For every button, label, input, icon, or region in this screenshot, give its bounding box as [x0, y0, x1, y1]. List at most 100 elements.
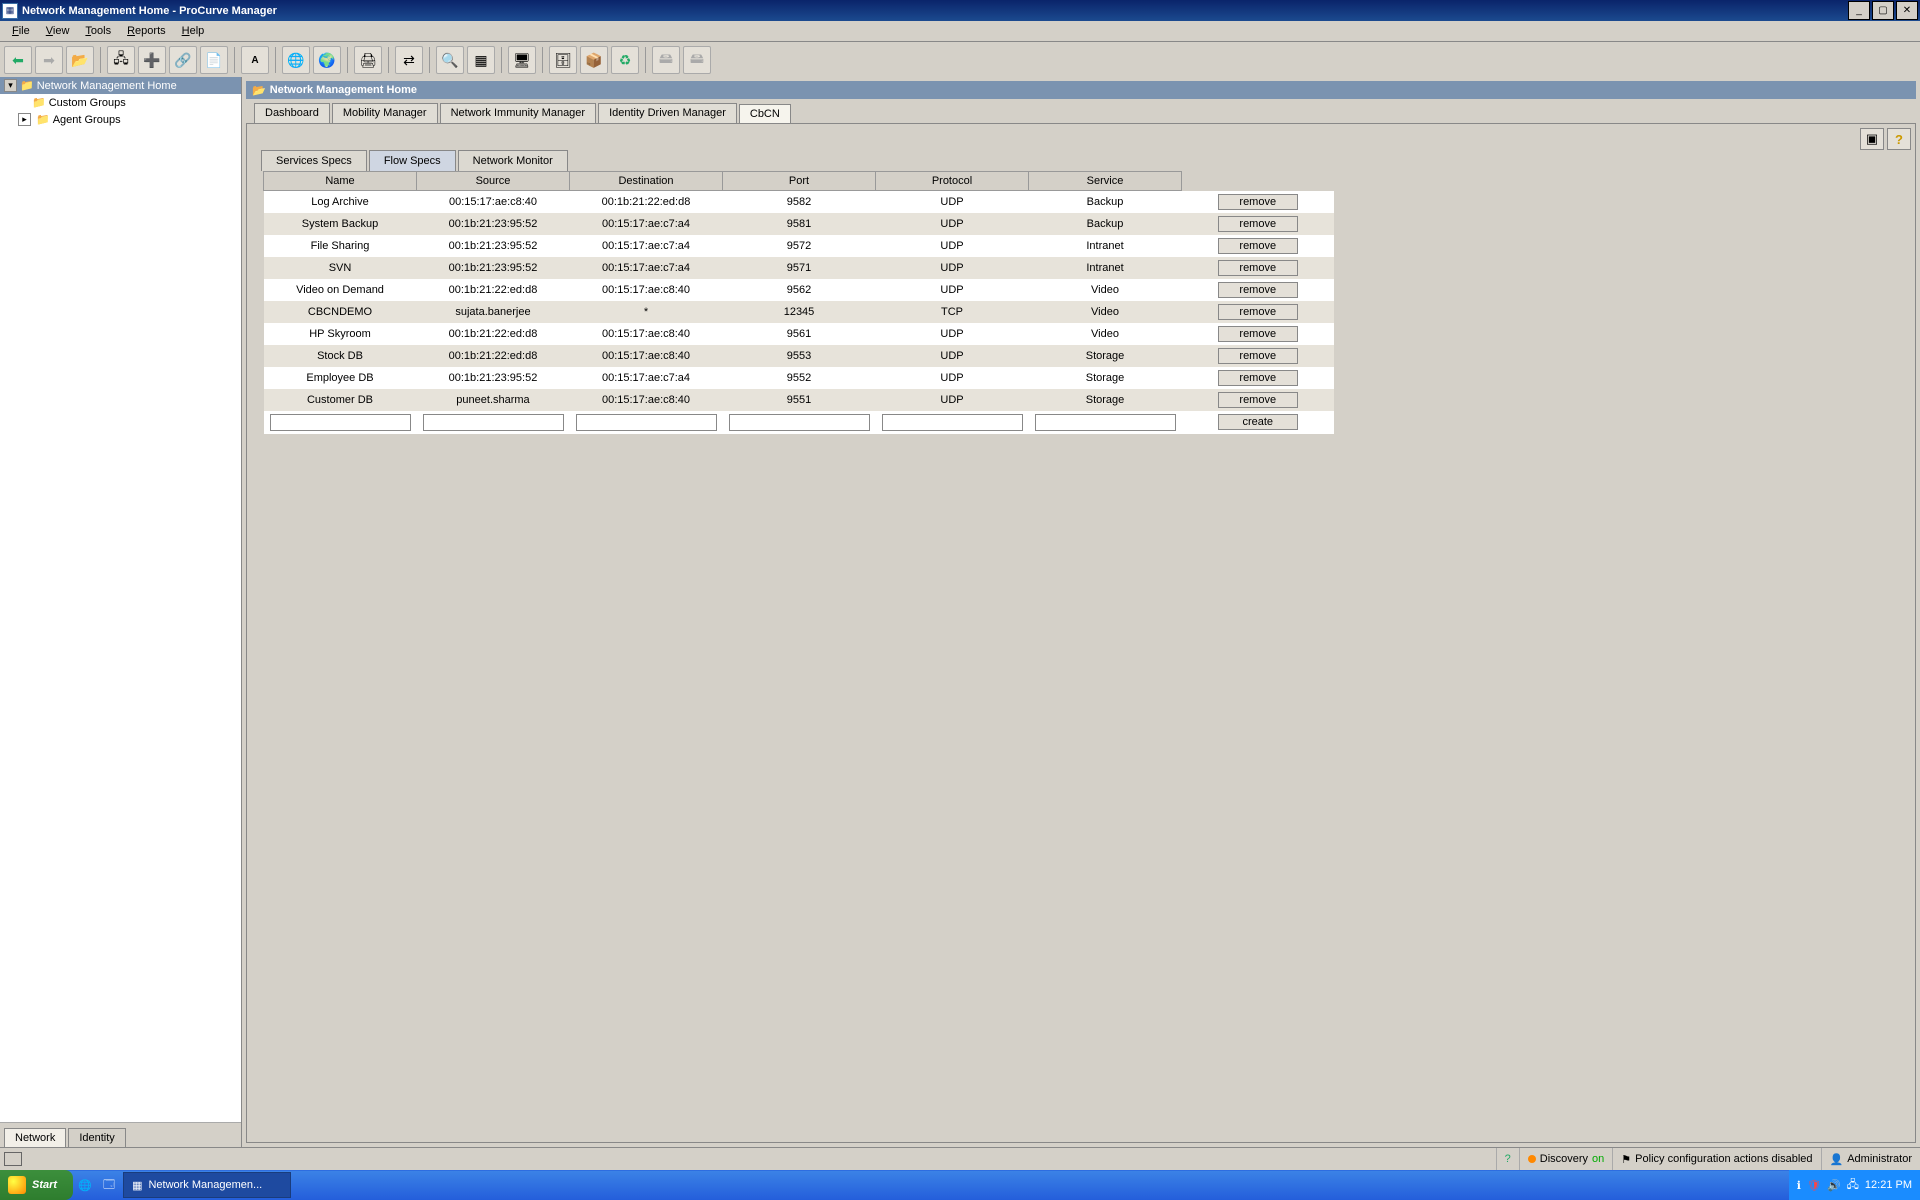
tray-info-icon[interactable]: ℹ [1797, 1179, 1801, 1192]
connect-icon[interactable]: ⇄ [395, 46, 423, 74]
tab-network[interactable]: Network [4, 1128, 66, 1147]
col-destination[interactable]: Destination [570, 172, 723, 191]
tray-network-icon[interactable]: 🖧 [1847, 1176, 1859, 1195]
tab-mobility-manager[interactable]: Mobility Manager [332, 103, 438, 123]
back-icon[interactable]: ⬅ [4, 46, 32, 74]
tab-identity-driven-manager[interactable]: Identity Driven Manager [598, 103, 737, 123]
right-pane: 📂 Network Management Home Dashboard Mobi… [242, 77, 1920, 1147]
remove-button[interactable]: remove [1218, 216, 1298, 232]
quick-launch-ie-icon[interactable]: 🌐 [74, 1174, 96, 1196]
globe2-icon[interactable]: 🌍 [313, 46, 341, 74]
device1-icon[interactable]: 🖴 [652, 46, 680, 74]
document-icon[interactable]: 📄 [200, 46, 228, 74]
tab-network-immunity-manager[interactable]: Network Immunity Manager [440, 103, 597, 123]
layout-icon[interactable]: ▣ [1860, 128, 1884, 150]
status-help-icon[interactable]: ? [1496, 1148, 1519, 1170]
tab-dashboard[interactable]: Dashboard [254, 103, 330, 123]
package-icon[interactable]: 📦 [580, 46, 608, 74]
status-discovery[interactable]: Discovery on [1519, 1148, 1613, 1170]
tray-shield-icon[interactable]: 🛡 [1807, 1179, 1821, 1192]
recycle-icon[interactable]: ♻ [611, 46, 639, 74]
input-source[interactable] [423, 414, 564, 431]
tree-root[interactable]: ▾ 📁 Network Management Home [0, 77, 241, 94]
device2-icon[interactable]: 🖴 [683, 46, 711, 74]
status-left-icon [4, 1152, 22, 1166]
system-tray[interactable]: ℹ 🛡 🔊 🖧 12:21 PM [1789, 1170, 1920, 1200]
menu-help[interactable]: Help [174, 23, 213, 39]
menu-tools[interactable]: Tools [77, 23, 119, 39]
add-node-icon[interactable]: ➕ [138, 46, 166, 74]
maximize-button[interactable]: ▢ [1872, 1, 1894, 20]
topology-icon[interactable]: 🖧 [107, 46, 135, 74]
quick-launch-desktop-icon[interactable]: 🗔 [98, 1174, 120, 1196]
tab-network-monitor[interactable]: Network Monitor [458, 150, 568, 171]
input-protocol[interactable] [882, 414, 1023, 431]
tray-sound-icon[interactable]: 🔊 [1827, 1179, 1841, 1192]
tab-flow-specs[interactable]: Flow Specs [369, 150, 456, 171]
help-icon[interactable]: ? [1887, 128, 1911, 150]
expand-icon[interactable]: ▸ [18, 113, 31, 126]
cell-name: Employee DB [264, 367, 417, 389]
taskbar-app-button[interactable]: ▦ Network Managemen... [123, 1172, 291, 1198]
stack-icon[interactable]: 🗄 [549, 46, 577, 74]
tab-identity[interactable]: Identity [68, 1128, 125, 1147]
col-source[interactable]: Source [417, 172, 570, 191]
remove-button[interactable]: remove [1218, 238, 1298, 254]
minimize-button[interactable]: _ [1848, 1, 1870, 20]
cell-dest: * [570, 301, 723, 323]
tab-services-specs[interactable]: Services Specs [261, 150, 367, 171]
windows-logo-icon [8, 1176, 26, 1194]
tab-cbcn[interactable]: CbCN [739, 104, 791, 124]
menu-file[interactable]: File [4, 23, 38, 39]
discovery-label: Discovery [1540, 1153, 1588, 1165]
create-button[interactable]: create [1218, 414, 1298, 430]
col-name[interactable]: Name [264, 172, 417, 191]
col-protocol[interactable]: Protocol [876, 172, 1029, 191]
table-row: SVN00:1b:21:23:95:5200:15:17:ae:c7:a4957… [264, 257, 1335, 279]
find-icon[interactable]: 🔍 [436, 46, 464, 74]
cell-port: 9571 [723, 257, 876, 279]
tree-node-custom-groups[interactable]: 📁 Custom Groups [0, 94, 241, 111]
navigation-tree[interactable]: ▾ 📁 Network Management Home 📁 Custom Gro… [0, 77, 241, 1122]
cell-protocol: UDP [876, 213, 1029, 235]
input-service[interactable] [1035, 414, 1176, 431]
remove-button[interactable]: remove [1218, 370, 1298, 386]
input-name[interactable] [270, 414, 411, 431]
print-icon[interactable]: 🖨 [354, 46, 382, 74]
cell-source: 00:1b:21:23:95:52 [417, 367, 570, 389]
start-button[interactable]: Start [0, 1170, 73, 1200]
cell-service: Intranet [1029, 257, 1182, 279]
grid-icon[interactable]: ▦ [467, 46, 495, 74]
input-dest[interactable] [576, 414, 717, 431]
clock[interactable]: 12:21 PM [1865, 1179, 1912, 1191]
monitor-icon[interactable]: 🖥 [508, 46, 536, 74]
tree-node-label: Custom Groups [49, 97, 126, 109]
cell-name: Video on Demand [264, 279, 417, 301]
close-button[interactable]: ✕ [1896, 1, 1918, 20]
link-icon[interactable]: 🔗 [169, 46, 197, 74]
remove-button[interactable]: remove [1218, 282, 1298, 298]
remove-button[interactable]: remove [1218, 194, 1298, 210]
cell-name: Stock DB [264, 345, 417, 367]
table-row: Customer DBpuneet.sharma00:15:17:ae:c8:4… [264, 389, 1335, 411]
remove-button[interactable]: remove [1218, 392, 1298, 408]
cell-name: System Backup [264, 213, 417, 235]
menu-reports[interactable]: Reports [119, 23, 174, 39]
remove-button[interactable]: remove [1218, 304, 1298, 320]
remove-button[interactable]: remove [1218, 348, 1298, 364]
auto-icon[interactable]: A [241, 46, 269, 74]
folder-open-icon[interactable]: 📂 [66, 46, 94, 74]
globe1-icon[interactable]: 🌐 [282, 46, 310, 74]
cell-dest: 00:15:17:ae:c8:40 [570, 345, 723, 367]
user-icon: 👤 [1830, 1153, 1844, 1166]
col-service[interactable]: Service [1029, 172, 1182, 191]
tree-node-agent-groups[interactable]: ▸ 📁 Agent Groups [0, 111, 241, 128]
col-port[interactable]: Port [723, 172, 876, 191]
collapse-icon[interactable]: ▾ [4, 79, 17, 92]
menu-view[interactable]: View [38, 23, 78, 39]
forward-icon[interactable]: ➡ [35, 46, 63, 74]
input-port[interactable] [729, 414, 870, 431]
cell-protocol: UDP [876, 345, 1029, 367]
remove-button[interactable]: remove [1218, 260, 1298, 276]
remove-button[interactable]: remove [1218, 326, 1298, 342]
